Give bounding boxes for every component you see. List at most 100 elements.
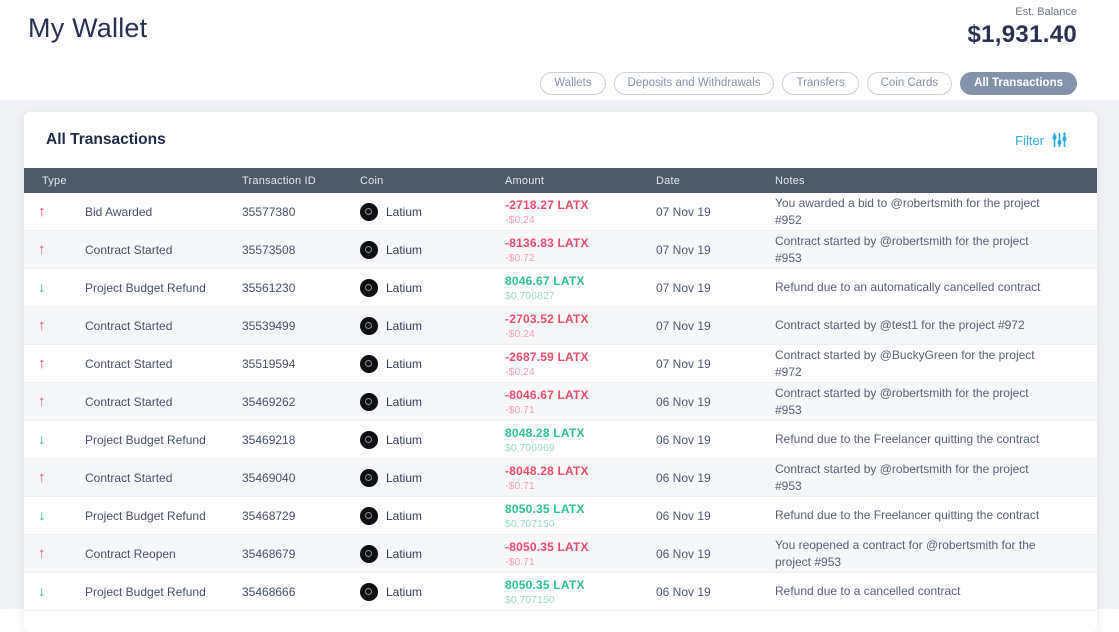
- transaction-type: Contract Started: [85, 319, 242, 333]
- amount-latx: -8050.35 LATX: [505, 540, 656, 554]
- amount-cell: -8136.83 LATX -$0.72: [505, 236, 656, 264]
- arrow-up-icon: ↑: [38, 317, 85, 334]
- amount-cell: 8048.28 LATX$0.706969: [505, 426, 656, 454]
- table-row: ↑Bid Awarded35577380Latium-2718.27 LATX-…: [24, 193, 1097, 231]
- amount-latx: -8046.67 LATX: [505, 388, 656, 402]
- coin-name: Latium: [386, 433, 422, 447]
- balance-block: Est. Balance $1,931.40: [968, 6, 1077, 49]
- coin-name: Latium: [386, 395, 422, 409]
- arrow-up-icon: ↑: [38, 241, 85, 258]
- panel-title: All Transactions: [46, 131, 166, 149]
- arrow-up-icon: ↑: [38, 355, 85, 372]
- table-row: ↓Project Budget Refund35469218Latium8048…: [24, 421, 1097, 459]
- transaction-date: 06 Nov 19: [656, 509, 775, 523]
- transaction-type: Bid Awarded: [85, 205, 242, 219]
- transaction-type: Contract Started: [85, 395, 242, 409]
- amount-latx: -8048.28 LATX: [505, 464, 656, 478]
- latium-coin-icon: [360, 203, 378, 221]
- amount-latx: 8046.67 LATX: [505, 274, 656, 288]
- amount-cell: -2718.27 LATX-$0.24: [505, 198, 656, 226]
- amount-usd: $0.706969: [505, 442, 656, 454]
- table-row: ↑Contract Started35469262Latium-8046.67 …: [24, 383, 1097, 421]
- table-row: ↑Contract Started35469040Latium-8048.28 …: [24, 459, 1097, 497]
- transaction-type: Project Budget Refund: [85, 281, 242, 295]
- column-header-date: Date: [656, 175, 775, 187]
- coin-name: Latium: [386, 585, 422, 599]
- amount-cell: -8046.67 LATX-$0.71: [505, 388, 656, 416]
- table-row: ↓Project Budget Refund35468729Latium8050…: [24, 497, 1097, 535]
- amount-cell: -8048.28 LATX -$0.71: [505, 464, 656, 492]
- transaction-date: 06 Nov 19: [656, 433, 775, 447]
- latium-coin-icon: [360, 583, 378, 601]
- amount-latx: -8136.83 LATX: [505, 236, 656, 250]
- coin-cell: Latium: [360, 279, 505, 297]
- coin-cell: Latium: [360, 431, 505, 449]
- transaction-id: 35573508: [242, 243, 360, 257]
- transaction-note: Contract started by @test1 for the proje…: [775, 317, 1061, 333]
- amount-usd: $0.707150: [505, 594, 656, 606]
- arrow-down-icon: ↓: [38, 583, 85, 600]
- column-header-notes: Notes: [775, 175, 1097, 187]
- amount-usd: -$0.24: [505, 366, 656, 378]
- amount-usd: -$0.71: [505, 480, 656, 492]
- latium-coin-icon: [360, 393, 378, 411]
- transaction-id: 35469218: [242, 433, 360, 447]
- latium-coin-icon: [360, 507, 378, 525]
- column-header-transaction-id: Transaction ID: [242, 175, 360, 187]
- amount-cell: 8046.67 LATX $0.706827: [505, 274, 656, 302]
- amount-usd: -$0.72: [505, 252, 656, 264]
- transaction-date: 07 Nov 19: [656, 243, 775, 257]
- amount-latx: 8050.35 LATX: [505, 578, 656, 592]
- transaction-type: Contract Started: [85, 357, 242, 371]
- transaction-date: 07 Nov 19: [656, 357, 775, 371]
- coin-name: Latium: [386, 319, 422, 333]
- transaction-date: 06 Nov 19: [656, 547, 775, 561]
- column-header-amount: Amount: [505, 175, 656, 187]
- transaction-date: 07 Nov 19: [656, 205, 775, 219]
- latium-coin-icon: [360, 317, 378, 335]
- transaction-type: Contract Started: [85, 471, 242, 485]
- amount-latx: -2687.59 LATX: [505, 350, 656, 364]
- transaction-id: 35561230: [242, 281, 360, 295]
- balance-value: $1,931.40: [968, 21, 1077, 49]
- latium-coin-icon: [360, 355, 378, 373]
- coin-cell: Latium: [360, 241, 505, 259]
- amount-cell: -8050.35 LATX-$0.71: [505, 540, 656, 568]
- coin-name: Latium: [386, 243, 422, 257]
- coin-name: Latium: [386, 471, 422, 485]
- amount-cell: 8050.35 LATX$0.707150: [505, 502, 656, 530]
- coin-cell: Latium: [360, 317, 505, 335]
- balance-label: Est. Balance: [968, 6, 1077, 18]
- tab-transfers[interactable]: Transfers: [782, 72, 858, 95]
- table-header-row: TypeTransaction IDCoinAmountDateNotes: [24, 168, 1097, 193]
- amount-cell: -2703.52 LATX-$0.24: [505, 312, 656, 340]
- transaction-note: You awarded a bid to @robertsmith for th…: [775, 195, 1061, 227]
- transaction-id: 35469262: [242, 395, 360, 409]
- amount-usd: $0.707150: [505, 518, 656, 530]
- arrow-up-icon: ↑: [38, 469, 85, 486]
- transaction-id: 35519594: [242, 357, 360, 371]
- tab-coin-cards[interactable]: Coin Cards: [867, 72, 953, 95]
- transaction-type: Project Budget Refund: [85, 509, 242, 523]
- transactions-table-body: ↑Bid Awarded35577380Latium-2718.27 LATX-…: [24, 193, 1097, 611]
- tab-all-transactions[interactable]: All Transactions: [960, 72, 1077, 95]
- transaction-note: Refund due to the Freelancer quitting th…: [775, 507, 1061, 523]
- amount-latx: -2718.27 LATX: [505, 198, 656, 212]
- page-title: My Wallet: [28, 13, 147, 44]
- arrow-up-icon: ↑: [38, 203, 85, 220]
- latium-coin-icon: [360, 469, 378, 487]
- column-header-coin: Coin: [360, 175, 505, 187]
- table-row: ↑Contract Started35539499Latium-2703.52 …: [24, 307, 1097, 345]
- transaction-type: Contract Started: [85, 243, 242, 257]
- transaction-note: Contract started by @robertsmith for the…: [775, 233, 1061, 265]
- table-row: ↑Contract Started35519594Latium-2687.59 …: [24, 345, 1097, 383]
- transaction-note: Refund due to an automatically cancelled…: [775, 279, 1061, 295]
- table-row: ↑Contract Reopen35468679Latium-8050.35 L…: [24, 535, 1097, 573]
- tab-wallets[interactable]: Wallets: [540, 72, 605, 95]
- tab-deposits-and-withdrawals[interactable]: Deposits and Withdrawals: [614, 72, 775, 95]
- arrow-down-icon: ↓: [38, 431, 85, 448]
- amount-usd: $0.706827: [505, 290, 656, 302]
- coin-cell: Latium: [360, 469, 505, 487]
- filter-button[interactable]: Filter: [1015, 132, 1067, 148]
- transaction-date: 07 Nov 19: [656, 281, 775, 295]
